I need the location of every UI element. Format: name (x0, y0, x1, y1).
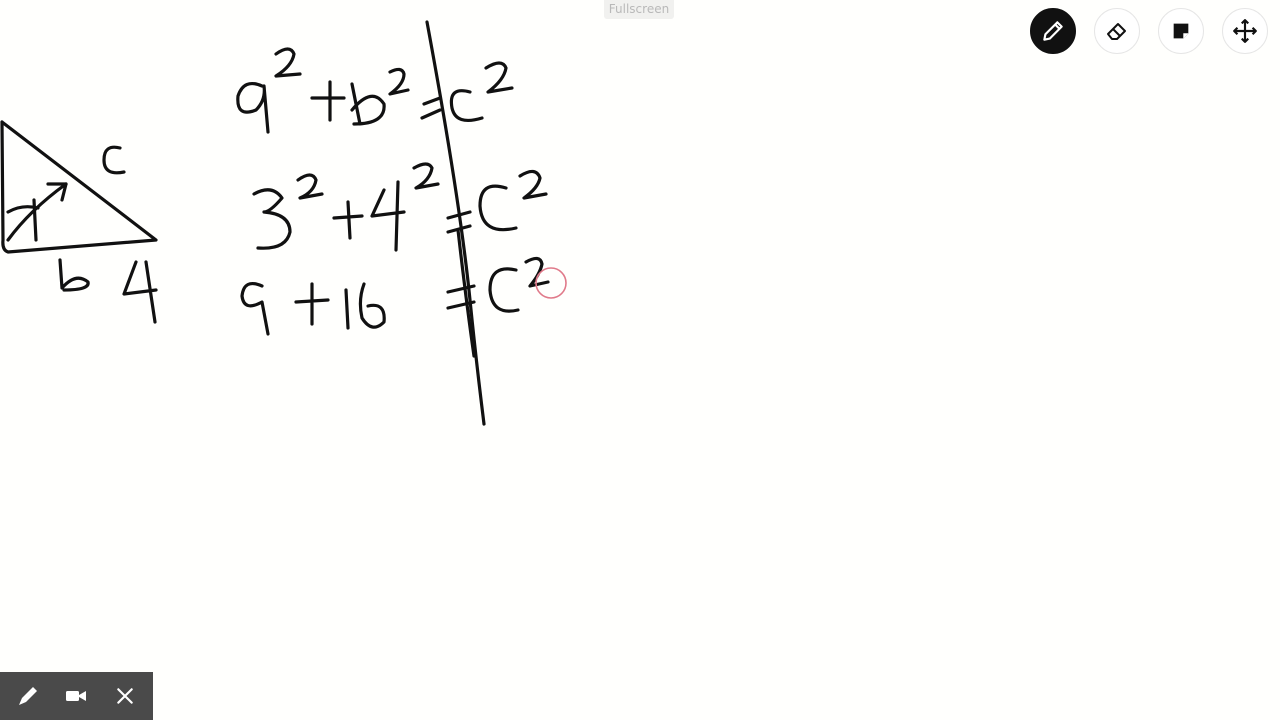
stroke-c1 (449, 89, 484, 122)
eraser-tool-button[interactable] (1094, 8, 1140, 54)
pen-tool-button[interactable] (1030, 8, 1076, 54)
stroke-divider-2 (456, 228, 476, 358)
close-icon (117, 688, 133, 704)
stroke-3 (252, 188, 292, 250)
stroke-exp-2a (274, 47, 302, 78)
stroke-9 (240, 282, 270, 336)
stroke-triangle (0, 120, 158, 254)
stroke-digit-4 (122, 260, 158, 324)
stroke-divider (425, 20, 486, 426)
stroke-exp-2e (412, 162, 440, 190)
stroke-exp-2b (388, 67, 410, 96)
stroke-plus-3 (294, 282, 330, 326)
stroke-a (236, 82, 270, 134)
stroke-letter-b-small (58, 258, 90, 292)
whiteboard-stage[interactable]: Fullscreen (0, 0, 1280, 720)
stroke-c2 (478, 184, 518, 232)
stroke-exp-2c (484, 61, 514, 94)
stroke-1 (344, 288, 350, 330)
pencil-icon (1043, 21, 1063, 41)
close-button[interactable] (105, 676, 145, 716)
sticky-note-icon (1173, 23, 1189, 39)
draw-button[interactable] (8, 676, 48, 716)
pen-stroke-icon (19, 687, 38, 705)
video-camera-icon (66, 691, 87, 701)
sticky-note-tool-button[interactable] (1158, 8, 1204, 54)
stroke-exp-2f (518, 169, 548, 200)
stroke-plus-2 (332, 200, 364, 240)
move-arrows-icon (1233, 19, 1257, 43)
stroke-exp-2d (296, 173, 324, 200)
fullscreen-button[interactable]: Fullscreen (604, 0, 674, 19)
stroke-c3 (488, 267, 520, 313)
move-tool-button[interactable] (1222, 8, 1268, 54)
stroke-equals-1 (420, 96, 442, 120)
pen-cursor (535, 267, 567, 299)
stroke-4 (370, 180, 406, 252)
bottom-control-bar (0, 672, 153, 720)
drawing-canvas[interactable] (0, 0, 1280, 720)
eraser-icon (1107, 23, 1126, 40)
stroke-plus-1 (310, 80, 346, 122)
camera-button[interactable] (56, 676, 96, 716)
stroke-letter-c (102, 145, 126, 175)
stroke-6 (358, 282, 386, 329)
stroke-b (350, 82, 386, 126)
